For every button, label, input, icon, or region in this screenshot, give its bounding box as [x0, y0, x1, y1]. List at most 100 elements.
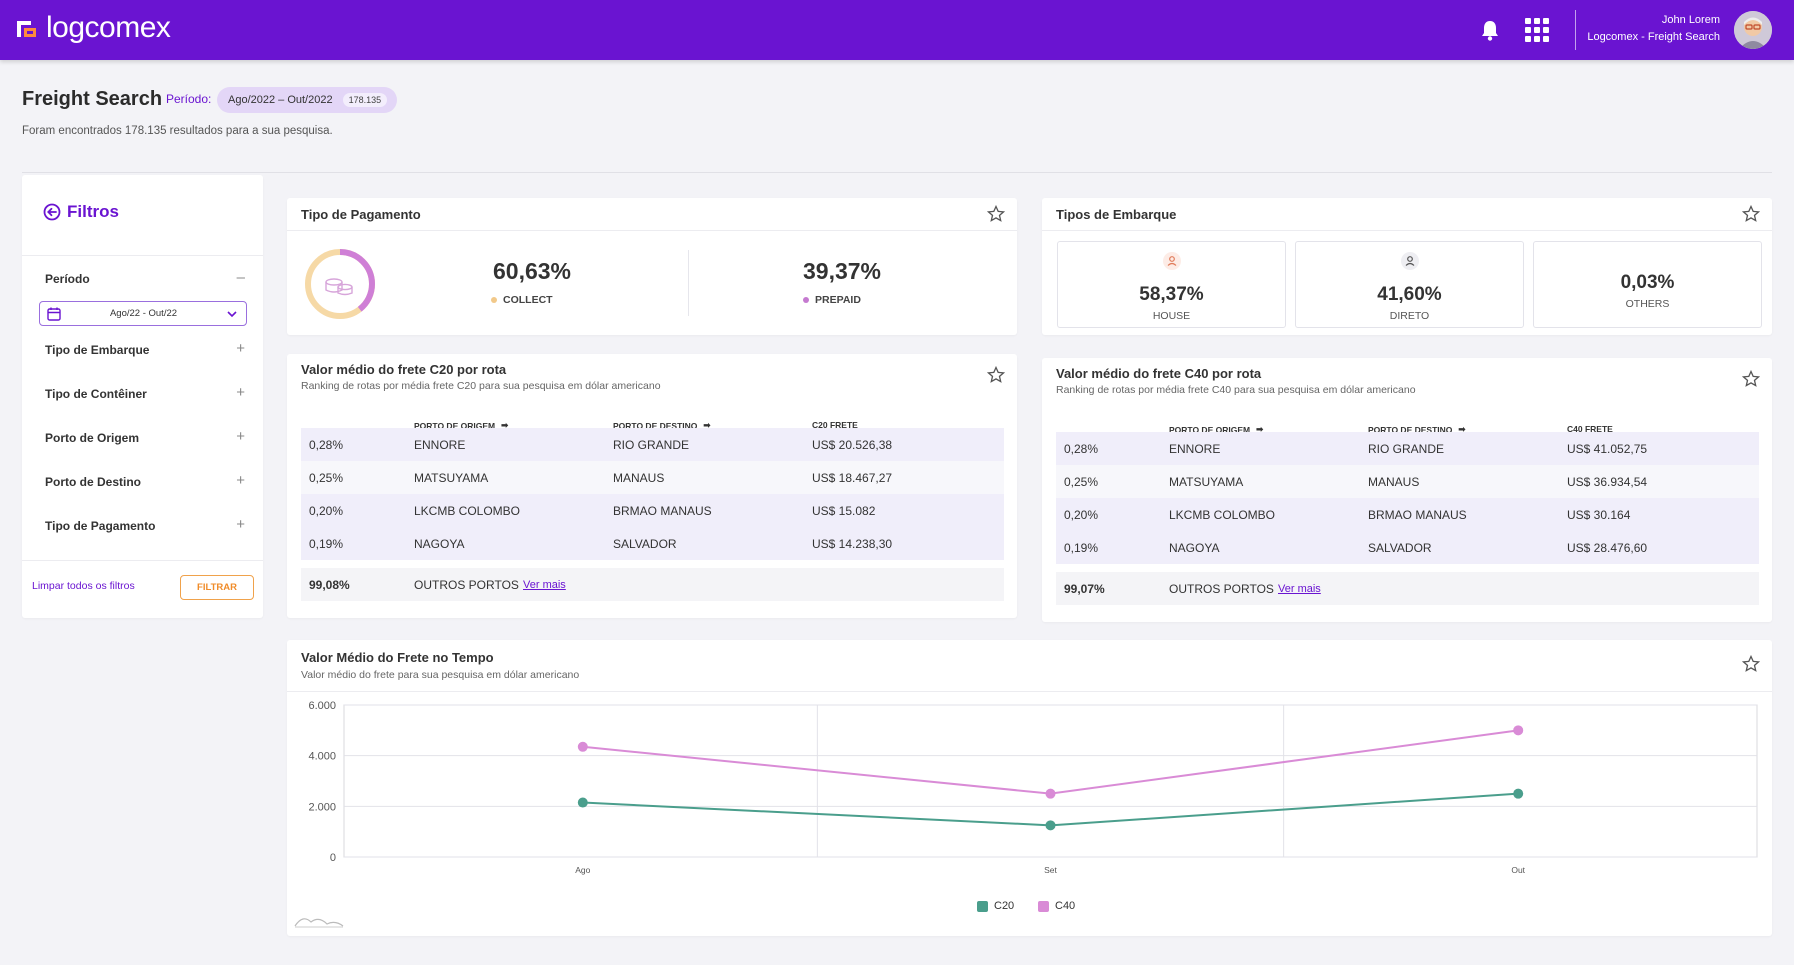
- chart-subtitle: Valor médio do frete para sua pesquisa e…: [301, 669, 580, 681]
- table-row[interactable]: 0,19% NAGOYA SALVADOR US$ 14.238,30: [301, 527, 1004, 560]
- ver-mais-link[interactable]: Ver mais: [1278, 583, 1321, 595]
- logo[interactable]: logcomex: [14, 13, 171, 43]
- count-badge: 178.135: [342, 93, 388, 107]
- plot-frame: [343, 704, 1758, 858]
- prepaid-value: 39,37%: [802, 258, 881, 284]
- divider: [22, 560, 263, 561]
- periodo-select-value: Ago/22 - Out/22: [109, 308, 178, 319]
- table-row[interactable]: 0,25% MATSUYAMA MANAUS US$ 36.934,54: [1056, 465, 1759, 498]
- y-tick-label: 0: [330, 852, 336, 864]
- back-arrow-icon: [43, 203, 61, 221]
- card-title: Valor médio do frete C20 por rota: [301, 362, 507, 377]
- chevron-down-icon: [227, 310, 237, 317]
- avatar[interactable]: [1734, 11, 1772, 49]
- collect-value: 60,63%: [492, 258, 571, 284]
- divider: [287, 691, 1772, 692]
- row-share: 0,19%: [309, 537, 344, 551]
- row-origin: NAGOYA: [1169, 541, 1220, 555]
- shipment-others: 0,03% OTHERS: [1533, 241, 1762, 328]
- row-freight: US$ 18.467,27: [812, 471, 893, 485]
- legend-swatch: [1038, 900, 1049, 912]
- periodo-select[interactable]: Ago/22 - Out/22: [39, 301, 247, 326]
- bell-icon[interactable]: [1480, 19, 1500, 41]
- expand-icon[interactable]: +: [236, 385, 245, 401]
- divider: [1042, 230, 1772, 231]
- table-row[interactable]: 0,19% NAGOYA SALVADOR US$ 28.476,60: [1056, 531, 1759, 564]
- series-line-c40: [582, 729, 1519, 795]
- total-share: 99,07%: [1064, 582, 1105, 596]
- x-tick-label: Set: [1044, 865, 1057, 875]
- clear-filters-link[interactable]: Limpar todos os filtros: [32, 580, 135, 592]
- collect-label: COLLECT: [503, 294, 553, 306]
- payment-donut: [305, 249, 375, 319]
- data-point-c20: [1045, 820, 1056, 831]
- row-origin: LKCMB COLOMBO: [414, 504, 521, 518]
- star-icon[interactable]: [1742, 205, 1760, 223]
- filter-porto-origem[interactable]: Porto de Origem +: [45, 429, 245, 445]
- filter-label: Período: [45, 272, 90, 286]
- star-icon[interactable]: [987, 205, 1005, 223]
- table-row[interactable]: 0,25% MATSUYAMA MANAUS US$ 18.467,27: [301, 461, 1004, 494]
- data-point-c20: [1513, 788, 1524, 799]
- row-destination: BRMAO MANAUS: [613, 504, 712, 518]
- table-row[interactable]: 0,20% LKCMB COLOMBO BRMAO MANAUS US$ 30.…: [1056, 498, 1759, 531]
- row-origin: ENNORE: [414, 438, 466, 452]
- card-title: Tipo de Pagamento: [301, 207, 421, 222]
- table-row[interactable]: 0,20% LKCMB COLOMBO BRMAO MANAUS US$ 15.…: [301, 494, 1004, 527]
- row-freight: US$ 36.934,54: [1567, 475, 1648, 489]
- filters-header[interactable]: Filtros: [43, 202, 119, 222]
- total-label: OUTROS PORTOS: [1169, 582, 1274, 596]
- legend-c20[interactable]: C20: [977, 900, 1014, 912]
- filter-tipo-embarque[interactable]: Tipo de Embarque +: [45, 341, 245, 357]
- divider: [22, 255, 263, 256]
- card-subtitle: Ranking de rotas por média frete C40 par…: [1056, 384, 1416, 396]
- expand-icon[interactable]: +: [236, 341, 245, 357]
- calendar-icon: [47, 307, 61, 321]
- star-icon[interactable]: [1742, 370, 1760, 388]
- c40-route-card: Valor médio do frete C40 por rota Rankin…: [1042, 358, 1772, 622]
- collapse-icon[interactable]: –: [237, 270, 245, 286]
- ver-mais-link[interactable]: Ver mais: [523, 579, 566, 591]
- total-share: 99,08%: [309, 578, 350, 592]
- card-subtitle: Ranking de rotas por média frete C20 par…: [301, 380, 661, 392]
- star-icon[interactable]: [987, 366, 1005, 384]
- person-icon: [1401, 252, 1419, 270]
- expand-icon[interactable]: +: [236, 429, 245, 445]
- row-origin: LKCMB COLOMBO: [1169, 508, 1276, 522]
- table-row[interactable]: 0,28% ENNORE RIO GRANDE US$ 20.526,38: [301, 428, 1004, 461]
- row-origin: NAGOYA: [414, 537, 465, 551]
- divider: [688, 250, 689, 316]
- shipment-label: HOUSE: [1152, 310, 1191, 322]
- shipment-type-card: Tipos de Embarque 58,37% HOUSE 41,60% DI…: [1042, 198, 1772, 335]
- row-freight: US$ 30.164: [1567, 508, 1631, 522]
- row-freight: US$ 41.052,75: [1567, 442, 1648, 456]
- row-freight: US$ 28.476,60: [1567, 541, 1648, 555]
- user-info[interactable]: John Lorem Logcomex - Freight Search: [1587, 12, 1720, 46]
- apps-grid-icon[interactable]: [1525, 18, 1549, 42]
- prepaid-dot: [803, 297, 809, 303]
- periodo-label: Período:: [166, 92, 212, 106]
- chart-title: Valor Médio do Frete no Tempo: [301, 650, 494, 665]
- legend-c40[interactable]: C40: [1038, 900, 1075, 912]
- star-icon[interactable]: [1742, 655, 1760, 673]
- table-row[interactable]: 0,28% ENNORE RIO GRANDE US$ 41.052,75: [1056, 432, 1759, 465]
- filter-button[interactable]: FILTRAR: [180, 575, 254, 600]
- card-title: Valor médio do frete C40 por rota: [1056, 366, 1262, 381]
- filter-label: Tipo de Embarque: [45, 343, 150, 357]
- user-context: Logcomex - Freight Search: [1587, 31, 1720, 43]
- shipment-direto: 41,60% DIRETO: [1295, 241, 1524, 328]
- filter-porto-destino[interactable]: Porto de Destino +: [45, 473, 245, 489]
- table-total-row: 99,07% OUTROS PORTOS Ver mais: [1056, 572, 1759, 605]
- shipment-value: 41,60%: [1377, 284, 1442, 305]
- row-destination: BRMAO MANAUS: [1368, 508, 1467, 522]
- filter-tipo-pagamento[interactable]: Tipo de Pagamento +: [45, 517, 245, 533]
- filter-periodo[interactable]: Período –: [45, 270, 245, 286]
- results-subtitle: Foram encontrados 178.135 resultados par…: [22, 125, 333, 137]
- card-title: Tipos de Embarque: [1056, 207, 1177, 222]
- filter-tipo-conteiner[interactable]: Tipo de Contêiner +: [45, 385, 245, 401]
- periodo-pill[interactable]: Ago/2022 – Out/2022 178.135: [217, 87, 398, 113]
- row-share: 0,25%: [1064, 475, 1099, 489]
- expand-icon[interactable]: +: [236, 473, 245, 489]
- expand-icon[interactable]: +: [236, 517, 245, 533]
- filter-label: Tipo de Contêiner: [45, 387, 147, 401]
